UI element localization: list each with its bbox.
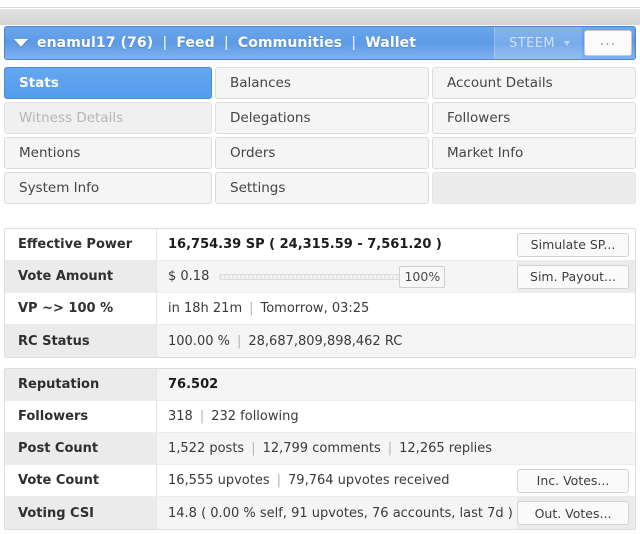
more-options-button[interactable]: ... [584, 30, 632, 56]
chevron-down-small-icon [564, 40, 570, 46]
account-username-link[interactable]: enamul17 (76) [37, 35, 153, 51]
tab-grid-filler [432, 172, 636, 204]
label-followers: Followers [5, 401, 157, 432]
nav-separator-1: | [162, 35, 168, 51]
vp-separator: | [249, 301, 254, 316]
sim-payout-button[interactable]: Sim. Payout... [517, 264, 629, 289]
post-separator-1: | [251, 441, 256, 456]
tab-balances[interactable]: Balances [215, 67, 429, 99]
row-followers: Followers 318 | 232 following [5, 401, 635, 433]
tab-stats[interactable]: Stats [4, 67, 212, 99]
action-cell-simulate-sp: Simulate SP... [517, 229, 635, 260]
vp-time-remaining: in 18h 21m [168, 301, 243, 316]
tab-market-info[interactable]: Market Info [432, 137, 636, 169]
followers-separator: | [199, 409, 205, 424]
comments-count: 12,799 comments [262, 441, 381, 456]
tab-delegations[interactable]: Delegations [215, 102, 429, 134]
row-vp-recovery: VP ~> 100 % in 18h 21m | Tomorrow, 03:25 [5, 293, 635, 325]
vote-count-separator: | [276, 473, 282, 488]
chevron-down-icon[interactable] [14, 39, 28, 47]
row-vote-count: Vote Count 16,555 upvotes | 79,764 upvot… [5, 465, 635, 497]
posts-count: 1,522 posts [168, 441, 245, 456]
rc-separator: | [236, 333, 242, 349]
action-cell-inc-votes: Inc. Votes... [517, 465, 635, 496]
value-voting-csi: 14.8 ( 0.00 % self, 91 upvotes, 76 accou… [157, 497, 517, 529]
row-reputation: Reputation 76.502 [5, 369, 635, 401]
value-post-count: 1,522 posts | 12,799 comments | 12,265 r… [157, 433, 635, 464]
vote-amount-dollar-value: $ 0.18 [168, 269, 210, 284]
rc-percent: 100.00 % [168, 333, 230, 349]
label-reputation: Reputation [5, 369, 157, 400]
outgoing-votes-button[interactable]: Out. Votes... [517, 501, 629, 525]
section-tab-grid: Stats Balances Account Details Witness D… [4, 67, 636, 204]
following-count: 232 following [211, 409, 299, 424]
nav-link-feed[interactable]: Feed [176, 35, 214, 51]
nav-link-wallet[interactable]: Wallet [365, 35, 416, 51]
app-window: enamul17 (76) | Feed | Communities | Wal… [0, 0, 640, 534]
value-vote-amount: $ 0.18 100% [157, 261, 517, 292]
row-effective-power: Effective Power 16,754.39 SP ( 24,315.59… [5, 229, 635, 261]
secondary-stats-table: Reputation 76.502 Followers 318 | 232 fo… [4, 368, 636, 530]
action-cell-out-votes: Out. Votes... [517, 497, 635, 529]
tab-followers[interactable]: Followers [432, 102, 636, 134]
account-bar-right-group: STEEM ... [494, 27, 635, 59]
row-rc-status: RC Status 100.00 % | 28,687,809,898,462 … [5, 325, 635, 357]
simulate-sp-button[interactable]: Simulate SP... [517, 232, 629, 257]
upvotes-given: 16,555 upvotes [168, 473, 270, 488]
followers-count: 318 [168, 409, 193, 424]
label-vote-amount: Vote Amount [5, 261, 157, 292]
nav-separator-2: | [223, 35, 229, 51]
rc-amount: 28,687,809,898,462 RC [248, 333, 403, 349]
account-navigation-bar: enamul17 (76) | Feed | Communities | Wal… [4, 26, 636, 60]
nav-separator-3: | [351, 35, 357, 51]
action-cell-sim-payout: Sim. Payout... [517, 261, 635, 292]
label-vp-recovery: VP ~> 100 % [5, 293, 157, 324]
label-voting-csi: Voting CSI [5, 497, 157, 529]
row-post-count: Post Count 1,522 posts | 12,799 comments… [5, 433, 635, 465]
incoming-votes-button[interactable]: Inc. Votes... [517, 468, 629, 493]
vote-amount-group: $ 0.18 100% [168, 265, 517, 288]
value-effective-power: 16,754.39 SP ( 24,315.59 - 7,561.20 ) [157, 229, 517, 260]
vp-eta: Tomorrow, 03:25 [260, 301, 370, 316]
label-effective-power: Effective Power [5, 229, 157, 260]
primary-stats-table: Effective Power 16,754.39 SP ( 24,315.59… [4, 228, 636, 358]
slider-thumb[interactable]: 100% [399, 265, 446, 288]
tab-orders[interactable]: Orders [215, 137, 429, 169]
nav-link-communities[interactable]: Communities [238, 35, 342, 51]
token-selector[interactable]: STEEM [494, 27, 582, 59]
value-vp-recovery: in 18h 21m | Tomorrow, 03:25 [157, 293, 635, 324]
tab-system-info[interactable]: System Info [4, 172, 212, 204]
tab-mentions[interactable]: Mentions [4, 137, 212, 169]
token-selector-label: STEEM [509, 35, 555, 51]
post-separator-2: | [387, 441, 393, 456]
value-followers: 318 | 232 following [157, 401, 635, 432]
row-voting-csi: Voting CSI 14.8 ( 0.00 % self, 91 upvote… [5, 497, 635, 529]
tab-account-details[interactable]: Account Details [432, 67, 636, 99]
upvotes-received: 79,764 upvotes received [288, 473, 450, 488]
window-toolbar-strip [0, 9, 640, 25]
label-rc-status: RC Status [5, 325, 157, 357]
value-reputation: 76.502 [157, 369, 635, 400]
label-post-count: Post Count [5, 433, 157, 464]
replies-count: 12,265 replies [399, 441, 493, 456]
label-vote-count: Vote Count [5, 465, 157, 496]
vote-weight-slider[interactable]: 100% [219, 265, 446, 288]
value-vote-count: 16,555 upvotes | 79,764 upvotes received [157, 465, 517, 496]
tab-settings[interactable]: Settings [215, 172, 429, 204]
tab-witness-details: Witness Details [4, 102, 212, 134]
row-vote-amount: Vote Amount $ 0.18 100% Sim. Payout... [5, 261, 635, 293]
value-rc-status: 100.00 % | 28,687,809,898,462 RC [157, 325, 635, 357]
window-top-strip [0, 0, 640, 8]
